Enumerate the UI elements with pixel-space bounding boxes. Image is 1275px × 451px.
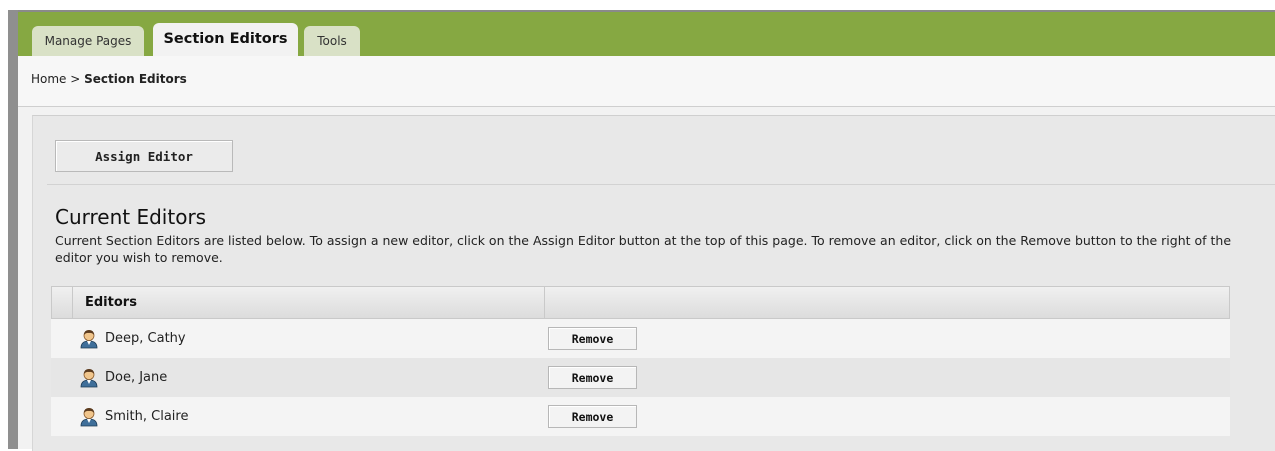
remove-button[interactable]: Remove (548, 327, 637, 350)
editor-name: Smith, Claire (105, 409, 189, 424)
table-row: Deep, Cathy Remove (51, 319, 1230, 358)
tab-label: Tools (317, 34, 347, 48)
table-header: Editors (51, 286, 1230, 319)
section-title: Current Editors (55, 205, 207, 229)
remove-button[interactable]: Remove (548, 405, 637, 428)
editors-table: Editors Deep, Cathy Remove Doe, Jane Rem… (51, 286, 1230, 436)
breadcrumb-current: Section Editors (84, 72, 187, 86)
tab-tools[interactable]: Tools (304, 26, 360, 56)
tab-label: Section Editors (163, 31, 288, 47)
column-divider (544, 287, 545, 318)
table-row: Doe, Jane Remove (51, 358, 1230, 397)
tab-section-editors[interactable]: Section Editors (153, 23, 298, 56)
editor-name: Doe, Jane (105, 370, 168, 385)
content-panel: Assign Editor Current Editors Current Se… (32, 115, 1275, 451)
breadcrumb-home-link[interactable]: Home (31, 72, 66, 86)
tab-bar: Manage Pages Section Editors Tools (18, 12, 1275, 56)
user-person-icon (80, 408, 98, 427)
editor-name: Deep, Cathy (105, 331, 186, 346)
breadcrumb-separator: > (66, 72, 85, 86)
table-row: Smith, Claire Remove (51, 397, 1230, 436)
user-person-icon (80, 369, 98, 388)
user-person-icon (80, 330, 98, 349)
section-description: Current Section Editors are listed below… (55, 233, 1232, 265)
column-header-editors: Editors (85, 295, 137, 310)
divider (47, 184, 1275, 185)
tab-manage-pages[interactable]: Manage Pages (32, 26, 144, 56)
remove-button[interactable]: Remove (548, 366, 637, 389)
app-frame: Manage Pages Section Editors Tools Home … (18, 10, 1275, 451)
header-spacer (52, 287, 73, 318)
breadcrumb: Home > Section Editors (18, 56, 1275, 107)
window-left-edge (8, 10, 18, 449)
assign-editor-button[interactable]: Assign Editor (55, 140, 233, 172)
tab-label: Manage Pages (44, 34, 132, 48)
